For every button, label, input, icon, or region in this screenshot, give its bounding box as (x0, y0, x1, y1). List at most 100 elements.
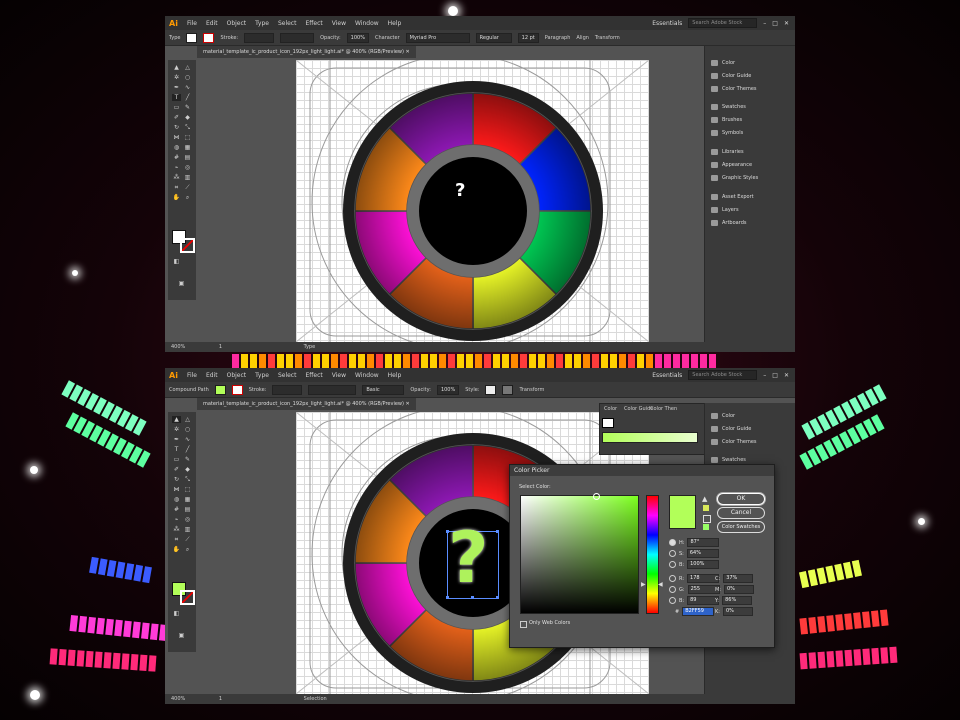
color-wheel-icon[interactable] (343, 81, 603, 341)
font-size-field[interactable]: 12 pt (517, 32, 539, 43)
color-guide-tab[interactable]: Color Guide (624, 406, 653, 412)
yellow-field[interactable]: 86% (722, 596, 753, 605)
artboard-tool-icon[interactable]: ⌗ (172, 184, 181, 191)
panel-brushes[interactable]: Brushes (711, 117, 742, 123)
panel-symbols[interactable]: Symbols (711, 130, 743, 136)
curvature-tool-icon[interactable]: ∿ (183, 436, 192, 443)
font-style-field[interactable]: Regular (475, 32, 512, 43)
shape-builder-tool-icon[interactable]: ◍ (172, 496, 181, 503)
close-icon[interactable]: ✕ (784, 20, 789, 27)
rotate-tool-icon[interactable]: ↻ (172, 124, 181, 131)
green-radio[interactable] (669, 586, 676, 593)
cancel-button[interactable]: Cancel (717, 507, 765, 519)
eyedropper-tool-icon[interactable]: ⌁ (172, 516, 181, 523)
stock-search-input[interactable]: Search Adobe Stock (688, 18, 758, 28)
fill-swatch[interactable] (186, 32, 198, 43)
hex-field[interactable]: B2FF59 (682, 607, 715, 616)
panel-graphic-styles[interactable]: Graphic Styles (711, 175, 758, 181)
screen-mode-icon[interactable]: ▣ (177, 632, 186, 639)
opacity-field[interactable]: 100% (436, 384, 460, 395)
paintbrush-tool-icon[interactable]: ✎ (183, 104, 192, 111)
artboard-tool-icon[interactable]: ⌗ (172, 536, 181, 543)
shaper-tool-icon[interactable]: ✐ (172, 114, 181, 121)
saturation-radio[interactable] (669, 550, 676, 557)
gradient-tool-icon[interactable]: ▤ (183, 506, 192, 513)
out-of-gamut-warning-icon[interactable]: ▲ (702, 495, 707, 503)
magic-wand-tool-icon[interactable]: ✲ (172, 74, 181, 81)
selection-tool-icon[interactable]: ▲ (172, 64, 181, 71)
lasso-tool-icon[interactable]: ○ (183, 74, 192, 81)
graph-tool-icon[interactable]: ▥ (183, 526, 192, 533)
menu-file[interactable]: File (187, 20, 197, 27)
color-slider-bar[interactable] (602, 432, 698, 443)
menu-type[interactable]: Type (255, 20, 269, 27)
lasso-tool-icon[interactable]: ○ (183, 426, 192, 433)
question-mark-glyph[interactable]: ? (448, 518, 489, 598)
question-mark-glyph[interactable]: ? (455, 180, 465, 201)
paragraph-label[interactable]: Paragraph (545, 35, 571, 41)
paintbrush-tool-icon[interactable]: ✎ (183, 456, 192, 463)
fill-swatch[interactable] (214, 384, 226, 395)
stroke-swatch[interactable] (203, 32, 215, 43)
gradient-tool-icon[interactable]: ▤ (183, 154, 192, 161)
menu-effect[interactable]: Effect (305, 372, 322, 379)
font-family-field[interactable]: Myriad Pro (405, 32, 470, 43)
screen-mode-icon[interactable]: ▣ (177, 280, 186, 287)
workspace-switcher[interactable]: Essentials (652, 20, 682, 27)
variable-width-field[interactable] (308, 384, 357, 395)
panel-swatches[interactable]: Swatches (711, 104, 746, 110)
direct-selection-tool-icon[interactable]: △ (183, 64, 192, 71)
selection-tool-icon[interactable]: ▲ (172, 416, 181, 423)
graph-tool-icon[interactable]: ▥ (183, 174, 192, 181)
transform-label[interactable]: Transform (519, 387, 544, 393)
menu-help[interactable]: Help (388, 20, 402, 27)
stroke-color-icon[interactable] (180, 238, 195, 253)
draw-mode-icon[interactable]: ◧ (172, 610, 181, 617)
panel-color-themes[interactable]: Color Themes (711, 86, 757, 92)
scale-tool-icon[interactable]: ⤡ (183, 124, 192, 131)
eraser-tool-icon[interactable]: ◆ (183, 466, 192, 473)
symbol-sprayer-tool-icon[interactable]: ⁂ (172, 526, 181, 533)
menu-object[interactable]: Object (227, 372, 247, 379)
black-field[interactable]: 0% (722, 607, 753, 616)
rectangle-tool-icon[interactable]: ▭ (172, 104, 181, 111)
ok-button[interactable]: OK (717, 493, 765, 505)
magenta-field[interactable]: 0% (724, 585, 754, 594)
selection-handle[interactable] (496, 596, 499, 599)
saturation-brightness-field[interactable] (520, 495, 639, 614)
brightness-radio[interactable] (669, 561, 676, 568)
stroke-weight-field[interactable] (272, 384, 303, 395)
web-safe-warning-icon[interactable] (703, 515, 711, 523)
character-label[interactable]: Character (375, 35, 400, 41)
red-radio[interactable] (669, 575, 676, 582)
align-label[interactable]: Align (576, 35, 589, 41)
scale-tool-icon[interactable]: ⤡ (183, 476, 192, 483)
brush-definition-field[interactable]: Basic (362, 384, 405, 395)
hue-field[interactable]: 87° (687, 538, 720, 547)
hue-slider[interactable] (646, 495, 659, 614)
panel-color-guide[interactable]: Color Guide (711, 73, 751, 79)
close-tab-icon[interactable]: ✕ (406, 49, 410, 55)
artboard-number[interactable]: 1 (219, 344, 222, 350)
close-tab-icon[interactable]: ✕ (406, 401, 410, 407)
recolor-artwork-icon[interactable] (502, 384, 514, 395)
shaper-tool-icon[interactable]: ✐ (172, 466, 181, 473)
panel-swatches[interactable]: Swatches (711, 457, 746, 463)
zoom-tool-icon[interactable]: ⌕ (183, 546, 192, 553)
minimize-icon[interactable]: – (763, 372, 766, 379)
width-tool-icon[interactable]: ⋈ (172, 134, 181, 141)
panel-appearance[interactable]: Appearance (711, 162, 752, 168)
menu-window[interactable]: Window (355, 20, 379, 27)
blend-tool-icon[interactable]: ◎ (183, 164, 192, 171)
menu-effect[interactable]: Effect (305, 20, 322, 27)
menu-window[interactable]: Window (355, 372, 379, 379)
color-panel-tab[interactable]: Color (604, 406, 617, 412)
minimize-icon[interactable]: – (763, 20, 766, 27)
opacity-field[interactable]: 100% (346, 32, 369, 43)
workspace-switcher[interactable]: Essentials (652, 372, 682, 379)
panel-color[interactable]: Color (711, 413, 735, 419)
menu-object[interactable]: Object (227, 20, 247, 27)
mesh-tool-icon[interactable]: # (172, 506, 181, 513)
menu-help[interactable]: Help (388, 372, 402, 379)
slice-tool-icon[interactable]: ⟋ (183, 184, 192, 191)
